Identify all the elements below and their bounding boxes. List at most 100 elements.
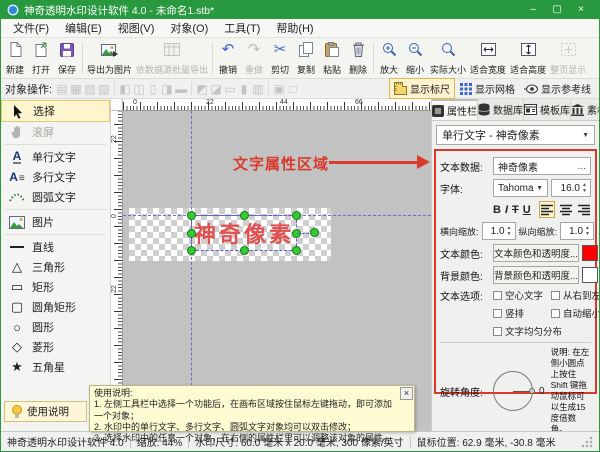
minimize-icon[interactable]: –	[521, 1, 545, 19]
help-button[interactable]: 使用说明	[4, 401, 87, 422]
tool-multi-line-text[interactable]: A 多行文字	[1, 167, 110, 187]
show-guides-button[interactable]: 显示参考线	[520, 79, 595, 98]
align-op-icon[interactable]: ◨	[160, 82, 174, 96]
align-op-icon[interactable]: ▯	[146, 82, 160, 96]
bold-button[interactable]: B	[493, 202, 501, 218]
tool-image[interactable]: 图片	[1, 212, 110, 232]
rotation-handle[interactable]	[310, 228, 319, 237]
menu-view[interactable]: 视图(V)	[110, 18, 163, 38]
export-image-button[interactable]: 导出为图片	[85, 39, 134, 77]
delete-button[interactable]: 删除	[345, 39, 371, 77]
tool-line[interactable]: 直线	[1, 237, 110, 257]
align-op-icon[interactable]: ▬	[174, 82, 188, 96]
tool-rectangle[interactable]: ▭ 矩形	[1, 277, 110, 297]
distribute-op-icon[interactable]: ▥	[251, 82, 265, 96]
tool-pan[interactable]: 滚屏	[1, 122, 110, 142]
align-right-button[interactable]	[577, 201, 591, 218]
selection-box[interactable]: 神奇像素	[187, 211, 301, 255]
resize-handle-top-middle[interactable]	[240, 211, 249, 220]
italic-button[interactable]: I	[505, 202, 508, 218]
align-op-icon[interactable]: ◫	[132, 82, 146, 96]
paste-button[interactable]: 粘贴	[319, 39, 345, 77]
tool-circle[interactable]: ○ 圆形	[1, 317, 110, 337]
show-ruler-button[interactable]: 显示标尺	[389, 78, 455, 99]
menu-help[interactable]: 帮助(H)	[268, 18, 321, 38]
layer-op-icon[interactable]: ▤	[55, 82, 69, 96]
menu-tools[interactable]: 工具(T)	[216, 18, 268, 38]
more-button[interactable]: ...	[578, 161, 586, 172]
checkbox-auto-shrink-font[interactable]: 自动缩小字体	[551, 306, 599, 320]
zoom-out-button[interactable]: 缩小	[402, 39, 428, 77]
help-close-icon[interactable]: ×	[400, 387, 413, 400]
new-button[interactable]: 新建	[2, 39, 28, 77]
batch-export-button[interactable]: 依数据源批量导出	[134, 39, 210, 77]
group-op-icon[interactable]: □	[286, 82, 300, 96]
tool-arc-text[interactable]: 圆弧文字	[1, 187, 110, 207]
tool-single-line-text[interactable]: A 单行文字	[1, 147, 110, 167]
distribute-op-icon[interactable]: ◪	[209, 82, 223, 96]
zoom-in-button[interactable]: 放大	[376, 39, 402, 77]
cut-button[interactable]: ✂ 剪切	[267, 39, 293, 77]
actual-size-button[interactable]: 实际大小	[428, 39, 468, 77]
strikethrough-button[interactable]: T	[512, 202, 519, 218]
bg-color-button[interactable]: 背景颜色和透明度...	[493, 266, 579, 284]
menu-edit[interactable]: 编辑(E)	[57, 18, 110, 38]
maximize-icon[interactable]: ▢	[545, 1, 569, 19]
horizontal-ruler[interactable]: 0 22 44 66	[111, 99, 431, 111]
v-scale-stepper[interactable]: 1.0	[560, 222, 595, 240]
copy-button[interactable]: 复制	[293, 39, 319, 77]
font-family-dropdown[interactable]: Tahoma ▼	[493, 179, 548, 197]
object-selector-dropdown[interactable]: 单行文字 - 神奇像素 ▼	[436, 125, 595, 145]
resize-handle-top-left[interactable]	[187, 211, 196, 220]
fit-height-button[interactable]: 适合高度	[508, 39, 548, 77]
text-color-button[interactable]: 文本颜色和透明度...	[493, 244, 579, 262]
tab-database[interactable]: 数据库	[478, 99, 524, 120]
tab-templates[interactable]: 模板库	[524, 99, 571, 120]
resize-handle-bottom-right[interactable]	[292, 246, 301, 255]
save-button[interactable]: 保存	[54, 39, 80, 77]
resize-handle-bottom-middle[interactable]	[240, 246, 249, 255]
align-op-icon[interactable]: ◧	[118, 82, 132, 96]
layer-op-icon[interactable]: ▧	[83, 82, 97, 96]
resize-handle-top-right[interactable]	[292, 211, 301, 220]
title-bar[interactable]: 神奇透明水印设计软件 4.0 - 未命名1.stb* – ▢ ×	[1, 1, 599, 19]
underline-button[interactable]: U	[523, 202, 531, 218]
distribute-op-icon[interactable]: ▮	[237, 82, 251, 96]
whole-page-button[interactable]: 整页显示	[548, 39, 588, 77]
tool-select[interactable]: 选择	[1, 100, 110, 122]
align-left-button[interactable]	[539, 201, 555, 218]
drawing-surface[interactable]: 神奇像素 文字属性区域	[123, 111, 431, 431]
tool-triangle[interactable]: △ 三角形	[1, 257, 110, 277]
checkbox-vertical-text[interactable]: 竖排	[493, 306, 549, 320]
menu-file[interactable]: 文件(F)	[5, 18, 57, 38]
tool-star[interactable]: ★ 五角星	[1, 357, 110, 377]
watermark-text-object[interactable]: 神奇像素	[192, 216, 296, 250]
layer-op-icon[interactable]: ▨	[97, 82, 111, 96]
h-scale-stepper[interactable]: 1.0	[481, 222, 516, 240]
fit-width-button[interactable]: 适合宽度	[468, 39, 508, 77]
show-grid-button[interactable]: 显示网格	[456, 79, 519, 98]
checkbox-even-distribution[interactable]: 文字均匀分布	[493, 324, 562, 338]
distribute-op-icon[interactable]: ▭	[223, 82, 237, 96]
open-button[interactable]: 打开	[28, 39, 54, 77]
resize-grip[interactable]	[581, 435, 593, 448]
checkbox-right-to-left[interactable]: 从右到左显示	[551, 288, 599, 302]
text-data-input[interactable]: 神奇像素 ...	[493, 157, 591, 175]
checkbox-hollow-text[interactable]: 空心文字	[493, 288, 549, 302]
align-center-button[interactable]	[559, 201, 573, 218]
undo-button[interactable]: ↶ 撤销	[215, 39, 241, 77]
rotation-dial[interactable]	[493, 371, 535, 412]
tool-rounded-rectangle[interactable]: ▢ 圆角矩形	[1, 297, 110, 317]
redo-button[interactable]: ↷ 重做	[241, 39, 267, 77]
tab-materials[interactable]: 素材库	[571, 99, 599, 120]
canvas-area[interactable]: 0 22 44 66 22 0 22 神奇像素 文字属性区域	[111, 99, 431, 431]
tool-diamond[interactable]: ◇ 菱形	[1, 337, 110, 357]
layer-op-icon[interactable]: ▦	[69, 82, 83, 96]
dial-knob[interactable]	[529, 388, 535, 395]
bg-color-swatch[interactable]	[581, 267, 598, 283]
tab-properties[interactable]: 属性栏	[432, 99, 478, 120]
resize-handle-middle-left[interactable]	[187, 229, 196, 238]
vertical-ruler[interactable]: 22 0 22	[111, 111, 123, 431]
text-color-swatch[interactable]	[581, 245, 598, 261]
resize-handle-bottom-left[interactable]	[187, 246, 196, 255]
